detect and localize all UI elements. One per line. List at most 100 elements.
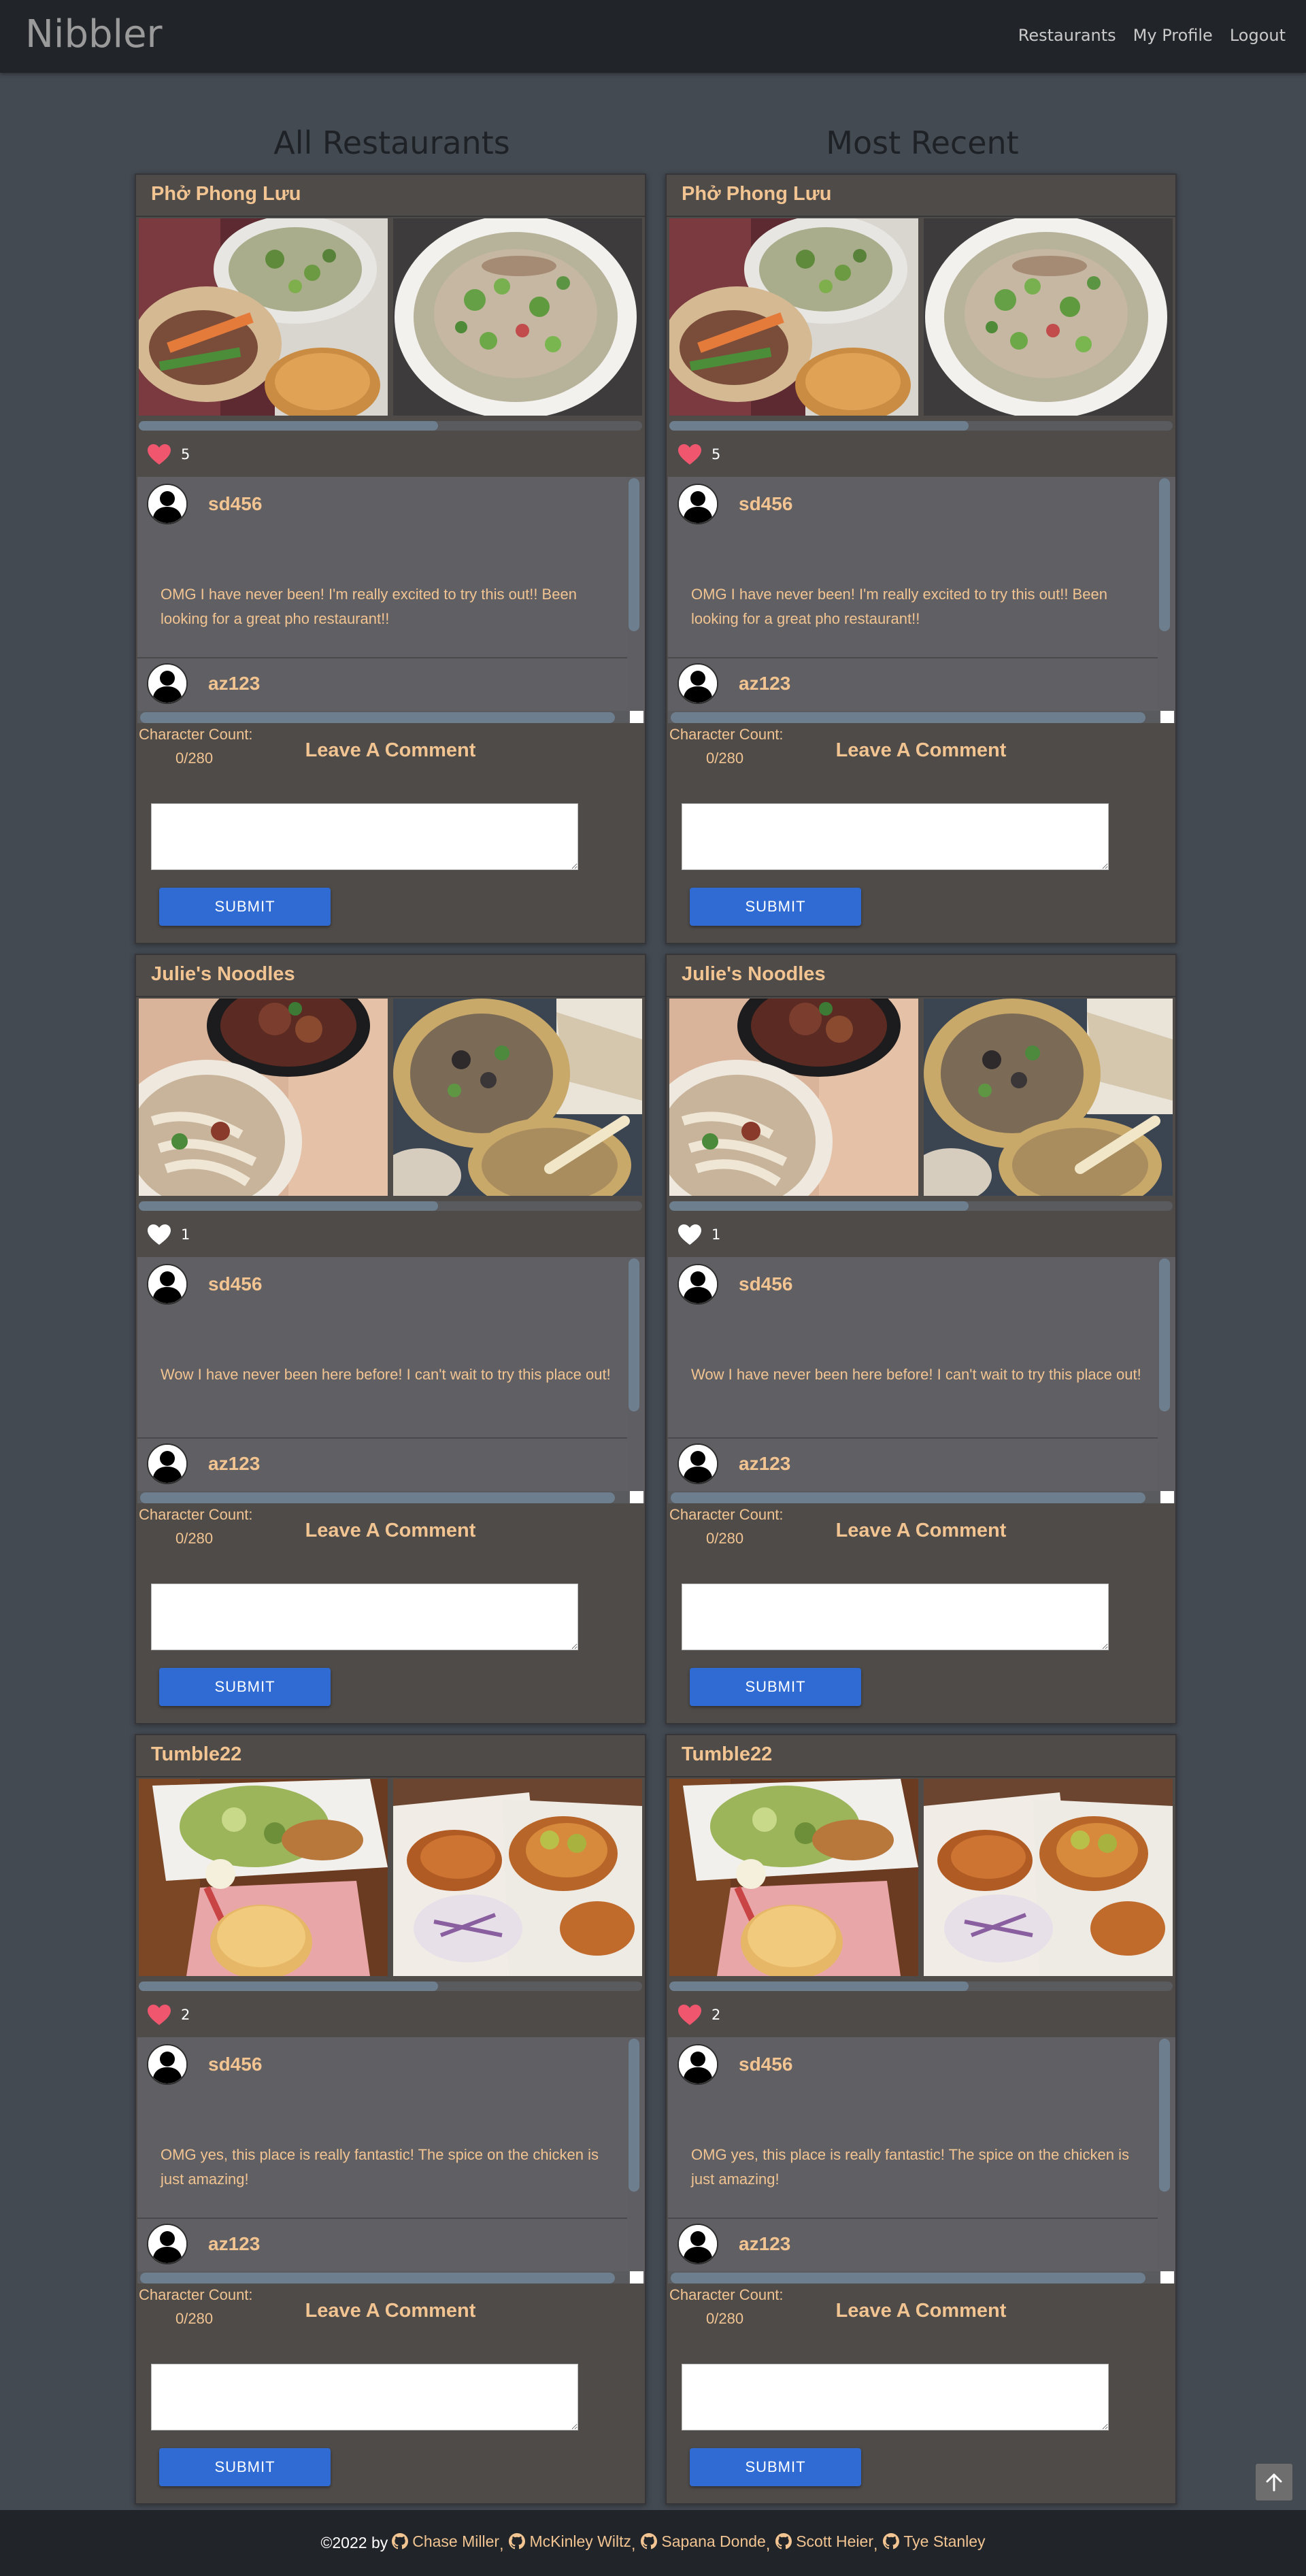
like-section: 2 xyxy=(677,2004,720,2026)
comments-hscroll-thumb[interactable] xyxy=(140,2273,615,2284)
comments-vscroll-thumb[interactable] xyxy=(629,1258,639,1411)
restaurant-photo xyxy=(393,1779,642,1976)
comments-hscroll-thumb[interactable] xyxy=(140,712,615,723)
submit-button[interactable]: SUBMIT xyxy=(159,2448,331,2486)
comments-list[interactable]: sd456 OMG I have never been! I'm really … xyxy=(137,477,645,723)
photo-scrollbar-thumb[interactable] xyxy=(669,1201,969,1211)
comments-list[interactable]: sd456 Wow I have never been here before!… xyxy=(137,1257,645,1503)
footer-author-name: Tye Stanley xyxy=(903,2532,986,2550)
restaurant-photo xyxy=(393,218,642,416)
restaurant-card: Phở Phong Lưu 5 sd456 OMG I have never b… xyxy=(665,173,1177,944)
avatar xyxy=(677,2044,718,2085)
restaurant-photo xyxy=(393,999,642,1196)
restaurant-name[interactable]: Phở Phong Lưu xyxy=(136,175,645,217)
avatar xyxy=(677,1443,718,1484)
brand-logo[interactable]: Nibbler xyxy=(25,12,163,56)
submit-button[interactable]: SUBMIT xyxy=(690,888,861,926)
comment-username: az123 xyxy=(739,1453,791,1474)
nav-logout-link[interactable]: Logout xyxy=(1230,26,1286,45)
heart-icon[interactable] xyxy=(147,444,171,465)
comment-input[interactable] xyxy=(151,803,578,870)
comment-divider xyxy=(668,657,1159,658)
photo-scrollbar-thumb[interactable] xyxy=(139,1201,438,1211)
leave-comment-heading: Leave A Comment xyxy=(835,739,1007,761)
comments-vscroll-thumb[interactable] xyxy=(629,478,639,631)
comments-vscroll-thumb[interactable] xyxy=(1159,478,1170,631)
nav-restaurants-link[interactable]: Restaurants xyxy=(1018,26,1116,45)
restaurant-name[interactable]: Julie's Noodles xyxy=(667,955,1175,997)
footer-author-name: Scott Heier xyxy=(796,2532,873,2550)
comments-list[interactable]: sd456 OMG yes, this place is really fant… xyxy=(137,2037,645,2284)
submit-button[interactable]: SUBMIT xyxy=(159,888,331,926)
comment-divider xyxy=(137,1437,629,1439)
footer-author-link[interactable]: McKinley Wiltz xyxy=(509,2532,631,2551)
comment-username: sd456 xyxy=(208,493,263,514)
footer-author-link[interactable]: Tye Stanley xyxy=(883,2532,986,2551)
comments-list[interactable]: sd456 OMG yes, this place is really fant… xyxy=(668,2037,1175,2284)
nav-my-profile-link[interactable]: My Profile xyxy=(1133,26,1213,45)
comment-divider xyxy=(137,657,629,658)
footer-author-name: Chase Miller xyxy=(412,2532,500,2550)
restaurant-photo xyxy=(924,999,1173,1196)
comment-username: az123 xyxy=(208,2233,261,2254)
heart-icon[interactable] xyxy=(677,2004,702,2026)
comment-input[interactable] xyxy=(682,803,1109,870)
comment-input[interactable] xyxy=(151,1584,578,1650)
comment-text: Wow I have never been here before! I can… xyxy=(161,1366,611,1383)
comments-hscroll-thumb[interactable] xyxy=(140,1492,615,1503)
like-count: 5 xyxy=(711,446,721,463)
github-icon xyxy=(392,2533,409,2549)
avatar xyxy=(147,2044,188,2085)
footer-author-link[interactable]: Sapana Donde xyxy=(641,2532,766,2551)
restaurant-name[interactable]: Phở Phong Lưu xyxy=(667,175,1175,217)
restaurant-name[interactable]: Tumble22 xyxy=(667,1735,1175,1777)
comment-input[interactable] xyxy=(682,2364,1109,2430)
footer-authors: Chase Miller, McKinley Wiltz, Sapana Donde… xyxy=(392,2532,986,2554)
comments-vscroll-thumb[interactable] xyxy=(629,2039,639,2192)
comment-username: az123 xyxy=(208,673,261,694)
scrollbar-corner xyxy=(630,711,643,723)
photo-scrollbar-thumb[interactable] xyxy=(139,421,438,431)
comment-input[interactable] xyxy=(682,1584,1109,1650)
submit-button[interactable]: SUBMIT xyxy=(159,1668,331,1706)
heart-icon[interactable] xyxy=(677,1224,702,1245)
comment-username: az123 xyxy=(739,673,791,694)
comment-input[interactable] xyxy=(151,2364,578,2430)
navbar: Nibbler Restaurants My Profile Logout xyxy=(0,0,1306,73)
heart-icon[interactable] xyxy=(677,444,702,465)
leave-comment-heading: Leave A Comment xyxy=(305,2300,476,2322)
restaurant-photo xyxy=(139,218,388,416)
footer-author-link[interactable]: Scott Heier xyxy=(775,2532,873,2551)
photo-scrollbar-thumb[interactable] xyxy=(139,1981,438,1991)
submit-button[interactable]: SUBMIT xyxy=(690,1668,861,1706)
most-recent-heading: Most Recent xyxy=(826,124,1019,161)
heart-icon[interactable] xyxy=(147,2004,171,2026)
comments-list[interactable]: sd456 OMG I have never been! I'm really … xyxy=(668,477,1175,723)
comments-vscroll-thumb[interactable] xyxy=(1159,2039,1170,2192)
photo-scrollbar-thumb[interactable] xyxy=(669,421,969,431)
like-count: 5 xyxy=(181,446,190,463)
arrow-up-icon xyxy=(1266,2473,1282,2492)
heart-icon[interactable] xyxy=(147,1224,171,1245)
footer-author-link[interactable]: Chase Miller xyxy=(392,2532,499,2551)
avatar xyxy=(677,2224,718,2264)
leave-comment-heading: Leave A Comment xyxy=(305,739,476,761)
leave-comment-heading: Leave A Comment xyxy=(835,1520,1007,1541)
back-to-top-button[interactable] xyxy=(1256,2464,1292,2500)
like-count: 1 xyxy=(181,1226,190,1243)
comments-hscroll-thumb[interactable] xyxy=(671,2273,1145,2284)
photo-scrollbar-thumb[interactable] xyxy=(669,1981,969,1991)
avatar xyxy=(677,484,718,524)
like-count: 1 xyxy=(711,1226,721,1243)
comments-vscroll-thumb[interactable] xyxy=(1159,1258,1170,1411)
comments-list[interactable]: sd456 Wow I have never been here before!… xyxy=(668,1257,1175,1503)
comment-username: sd456 xyxy=(739,493,793,514)
restaurant-card: Phở Phong Lưu 5 sd456 OMG I have never b… xyxy=(135,173,646,944)
comments-hscroll-thumb[interactable] xyxy=(671,1492,1145,1503)
comments-hscroll-thumb[interactable] xyxy=(671,712,1145,723)
submit-button[interactable]: SUBMIT xyxy=(690,2448,861,2486)
comment-text: Wow I have never been here before! I can… xyxy=(691,1366,1141,1383)
restaurant-name[interactable]: Tumble22 xyxy=(136,1735,645,1777)
leave-comment-heading: Leave A Comment xyxy=(305,1520,476,1541)
restaurant-name[interactable]: Julie's Noodles xyxy=(136,955,645,997)
